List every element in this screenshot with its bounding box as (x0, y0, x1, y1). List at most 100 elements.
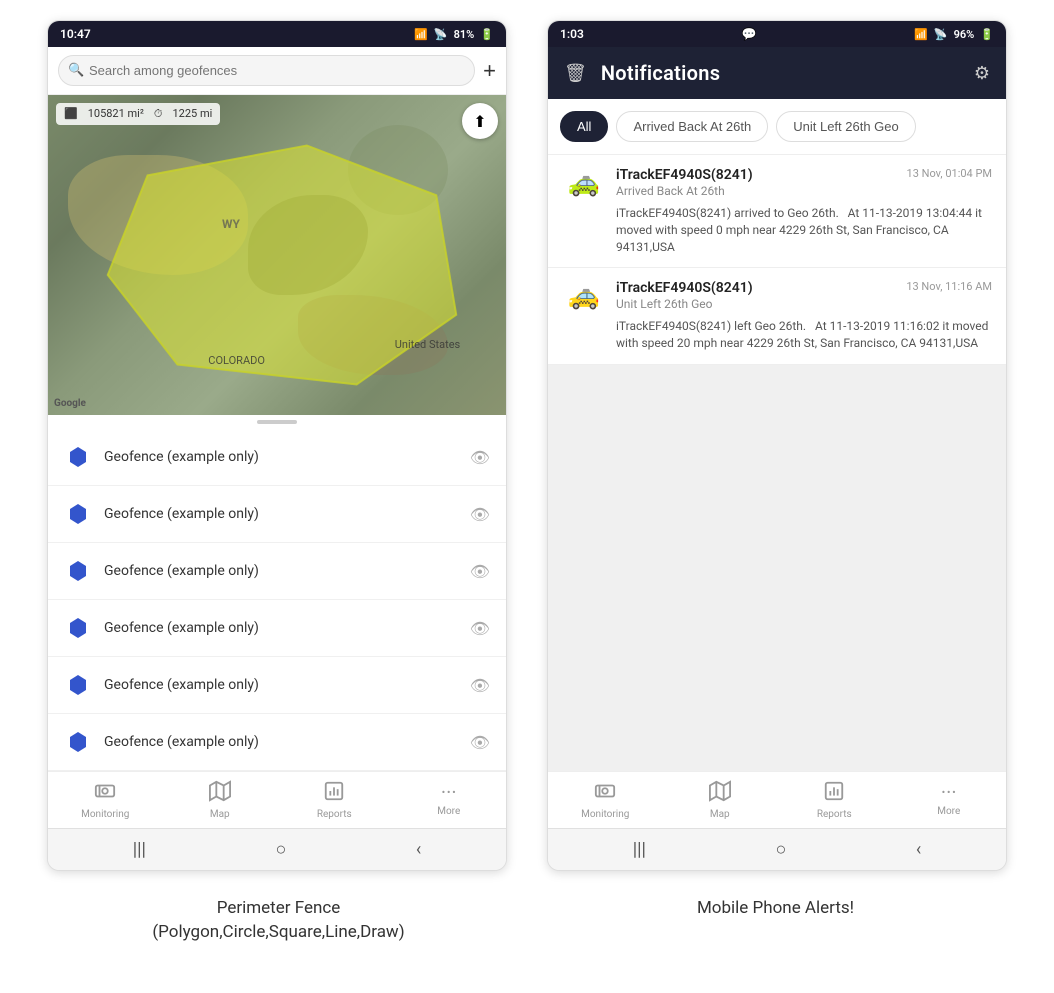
eye-icon-4[interactable]: 👁 (470, 676, 490, 695)
geofence-item[interactable]: Geofence (example only) 👁 (48, 600, 506, 657)
geofence-icon-2 (64, 557, 92, 585)
battery-icon: 🔋 (480, 28, 494, 41)
eye-icon-5[interactable]: 👁 (470, 733, 490, 752)
geofence-icon-5 (64, 728, 92, 756)
eye-icon-2[interactable]: 👁 (470, 562, 490, 581)
chat-icon: 💬 (742, 27, 757, 41)
filter-unit-left[interactable]: Unit Left 26th Geo (776, 111, 916, 142)
event-type-1: Unit Left 26th Geo (616, 297, 896, 311)
geofence-item[interactable]: Geofence (example only) 👁 (48, 714, 506, 771)
right-signal-icon: 📡 (934, 28, 948, 41)
geofence-name-3: Geofence (example only) (104, 620, 458, 636)
filter-all[interactable]: All (560, 111, 608, 142)
geofence-icon-1 (64, 500, 92, 528)
timestamp-0: 13 Nov, 01:04 PM (907, 167, 992, 180)
geofence-icon-0 (64, 443, 92, 471)
right-time: 1:03 (560, 27, 584, 41)
notif-card-header-1: 🚕 iTrackEF4940S(8241) Unit Left 26th Geo… (562, 280, 992, 312)
right-battery-label: 96% (954, 28, 975, 41)
geofence-icon-4 (64, 671, 92, 699)
geofence-item[interactable]: Geofence (example only) 👁 (48, 657, 506, 714)
search-icon: 🔍 (68, 63, 84, 78)
monitoring-label-right: Monitoring (581, 809, 629, 820)
area-icon: ⬛ (64, 107, 78, 121)
filter-arrived[interactable]: Arrived Back At 26th (616, 111, 768, 142)
car-icon-1: 🚕 (562, 280, 606, 312)
clock-icon: ⏱ (154, 107, 163, 121)
back-button-left[interactable]: ‹ (416, 839, 421, 860)
back-button-right[interactable]: ‹ (916, 839, 921, 860)
more-icon-left: ··· (441, 780, 457, 804)
distance-label: 1225 mi (172, 107, 212, 121)
notification-card-1[interactable]: 🚕 iTrackEF4940S(8241) Unit Left 26th Geo… (548, 268, 1006, 365)
event-type-0: Arrived Back At 26th (616, 184, 897, 198)
nav-monitoring-left[interactable]: Monitoring (80, 780, 130, 820)
search-bar: 🔍 + (48, 47, 506, 95)
map-background: ⬛ 105821 mi² ⏱ 1225 mi ⬆ WY United State… (48, 95, 506, 415)
monitoring-icon-right (594, 780, 616, 807)
reports-icon-right (823, 780, 845, 807)
geofence-item[interactable]: Geofence (example only) 👁 (48, 486, 506, 543)
delete-icon[interactable]: 🗑 (564, 63, 587, 84)
nav-reports-left[interactable]: Reports (309, 780, 359, 820)
eye-icon-3[interactable]: 👁 (470, 619, 490, 638)
home-button-right[interactable]: ○ (775, 839, 786, 860)
eye-icon-1[interactable]: 👁 (470, 505, 490, 524)
right-phone: 1:03 💬 📶 📡 96% 🔋 🗑 Notifications ⚙ All A… (547, 20, 1007, 871)
notifications-title: Notifications (601, 61, 960, 85)
google-logo: Google (54, 398, 86, 409)
reports-label-left: Reports (317, 809, 352, 820)
geofence-list: Geofence (example only) 👁 Geofence (exam… (48, 429, 506, 771)
left-status-icons: 📶 📡 81% 🔋 (414, 28, 494, 41)
more-label-left: More (437, 806, 460, 817)
reports-icon-left (323, 780, 345, 807)
battery-label: 81% (454, 28, 475, 41)
eye-icon-0[interactable]: 👁 (470, 448, 490, 467)
geofence-item[interactable]: Geofence (example only) 👁 (48, 543, 506, 600)
geofence-item[interactable]: Geofence (example only) 👁 (48, 429, 506, 486)
nav-map-right[interactable]: Map (695, 780, 745, 820)
geofence-name-1: Geofence (example only) (104, 506, 458, 522)
left-caption: Perimeter Fence(Polygon,Circle,Square,Li… (49, 897, 509, 945)
notif-info-1: iTrackEF4940S(8241) Unit Left 26th Geo (616, 280, 896, 311)
map-label-right: Map (710, 809, 730, 820)
more-icon-right: ··· (941, 780, 957, 804)
nav-more-left[interactable]: ··· More (424, 780, 474, 820)
map-label-wy: WY (222, 217, 240, 231)
nav-reports-right[interactable]: Reports (809, 780, 859, 820)
nav-more-right[interactable]: ··· More (924, 780, 974, 820)
nav-monitoring-right[interactable]: Monitoring (580, 780, 630, 820)
signal-icon: 📡 (434, 28, 448, 41)
search-wrapper: 🔍 (58, 55, 475, 86)
right-wifi-icon: 📶 (914, 28, 928, 41)
geofence-icon-3 (64, 614, 92, 642)
notification-header: 🗑 Notifications ⚙ (548, 47, 1006, 99)
search-input[interactable] (58, 55, 475, 86)
recents-button-left[interactable]: ||| (133, 839, 146, 860)
add-geofence-button[interactable]: + (483, 58, 496, 84)
car-icon-0: 🚕 (562, 167, 606, 199)
timestamp-1: 13 Nov, 11:16 AM (906, 280, 992, 293)
right-status-icons: 📶 📡 96% 🔋 (914, 28, 994, 41)
left-time: 10:47 (60, 27, 91, 41)
recents-button-right[interactable]: ||| (633, 839, 646, 860)
settings-icon[interactable]: ⚙ (974, 63, 990, 84)
map-compass[interactable]: ⬆ (462, 103, 498, 139)
area-label: 105821 mi² (88, 107, 144, 121)
left-bottom-nav: Monitoring Map Reports ··· More (48, 771, 506, 828)
empty-area (548, 365, 1006, 565)
wifi-icon: 📶 (414, 28, 428, 41)
reports-label-right: Reports (817, 809, 852, 820)
device-name-0: iTrackEF4940S(8241) (616, 167, 897, 183)
home-button-left[interactable]: ○ (275, 839, 286, 860)
right-caption: Mobile Phone Alerts! (546, 897, 1006, 945)
more-label-right: More (937, 806, 960, 817)
map-area: ⬛ 105821 mi² ⏱ 1225 mi ⬆ WY United State… (48, 95, 506, 415)
right-caption-text: Mobile Phone Alerts! (697, 898, 854, 918)
nav-map-left[interactable]: Map (195, 780, 245, 820)
map-label-co: COLORADO (208, 354, 265, 367)
map-icon-right (709, 780, 731, 807)
right-android-nav: ||| ○ ‹ (548, 828, 1006, 870)
notification-card-0[interactable]: 🚕 iTrackEF4940S(8241) Arrived Back At 26… (548, 155, 1006, 268)
map-label-us: United States (395, 338, 460, 351)
